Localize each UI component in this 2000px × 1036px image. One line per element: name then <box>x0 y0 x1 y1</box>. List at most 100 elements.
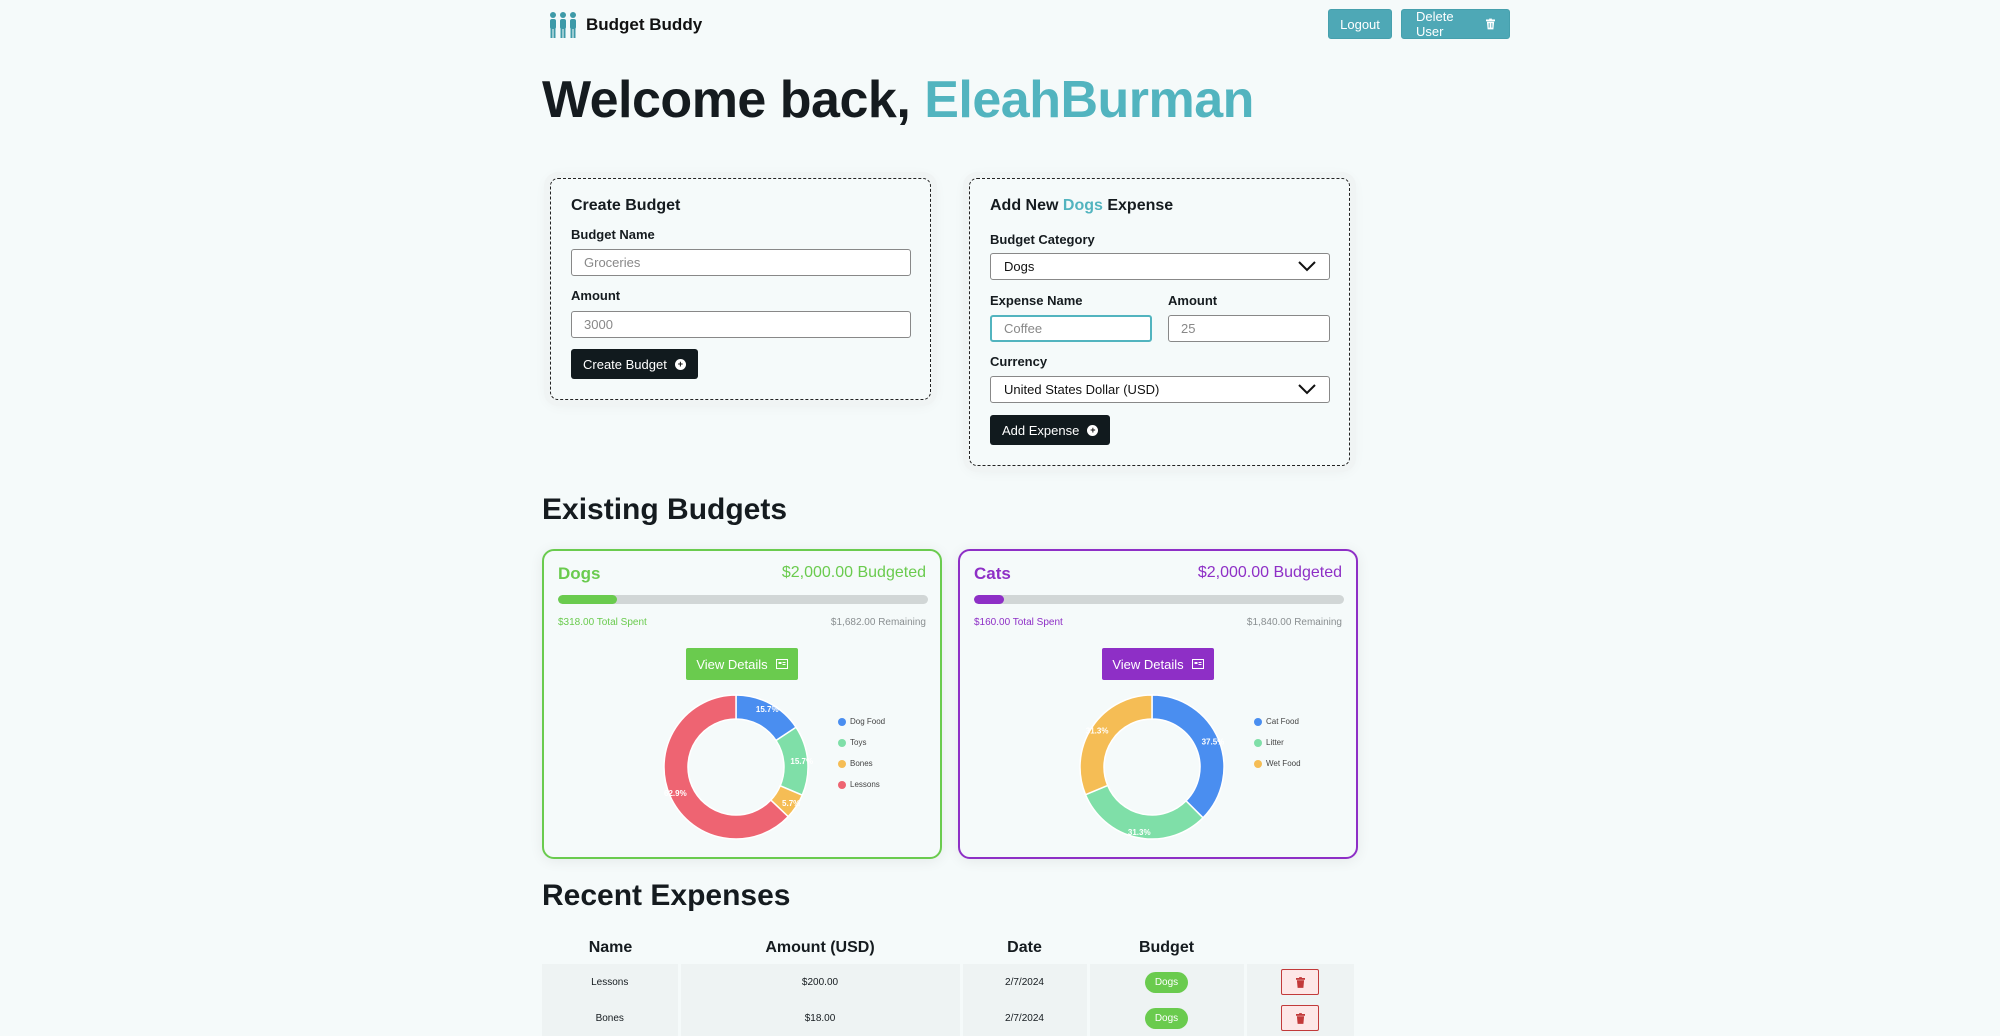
add-expense-label: Add Expense <box>1002 422 1080 438</box>
delete-expense-button[interactable] <box>1281 1005 1320 1031</box>
budget-name: Dogs <box>558 564 601 583</box>
view-details-label: View Details <box>696 656 768 672</box>
welcome-username: EleahBurman <box>924 71 1254 129</box>
app-logo[interactable]: Budget Buddy <box>548 10 702 40</box>
delete-user-button[interactable]: Delete User <box>1401 9 1510 39</box>
donut-slice-label: 31.3% <box>1128 828 1151 837</box>
currency-select[interactable]: United States Dollar (USD) <box>990 376 1330 403</box>
budget-amount: $2,000.00 Budgeted <box>1197 564 1342 581</box>
budget-category-value: Dogs <box>1004 259 1035 274</box>
expense-budget-cell: Dogs <box>1088 1000 1247 1036</box>
budget-pill[interactable]: Dogs <box>1144 971 1189 993</box>
trash-icon <box>1295 976 1305 988</box>
column-header-amount: Amount (USD) <box>765 939 875 956</box>
currency-value: United States Dollar (USD) <box>1004 382 1160 397</box>
budget-remaining: $1,682.00 Remaining <box>830 617 926 628</box>
app-name: Budget Buddy <box>586 15 703 34</box>
legend-swatch <box>838 717 846 726</box>
welcome-prefix: Welcome back, <box>542 71 911 129</box>
budget-name-input[interactable]: Groceries <box>571 249 911 276</box>
details-icon <box>775 659 788 669</box>
legend-swatch <box>838 759 846 768</box>
legend-swatch <box>1254 717 1262 726</box>
budget-name: Cats <box>974 564 1011 583</box>
legend-label: Wet Food <box>1266 759 1301 768</box>
legend-label: Litter <box>1266 738 1284 747</box>
column-header-date: Date <box>1007 939 1042 956</box>
legend-label: Cat Food <box>1266 717 1299 726</box>
legend-label: Bones <box>850 759 873 768</box>
donut-slice-wet-food[interactable] <box>1079 694 1153 796</box>
donut-slice-label: 15.7% <box>756 705 779 714</box>
create-budget-form: Create Budget Budget Name Groceries Amou… <box>550 178 931 400</box>
column-header-actions <box>1245 932 1356 964</box>
chart-legend: Cat Food Litter Wet Food <box>1254 711 1301 774</box>
expense-name-input[interactable]: Coffee <box>990 315 1152 342</box>
budget-name-label: Budget Name <box>571 227 655 242</box>
expense-amount: $18.00 <box>679 1000 963 1036</box>
add-expense-title-suffix: Expense <box>1107 197 1174 214</box>
legend-label: Toys <box>850 738 867 747</box>
table-row: Lessons $200.00 2/7/2024 Dogs <box>542 964 1357 1000</box>
view-details-button[interactable]: View Details <box>1102 648 1214 680</box>
add-expense-button[interactable]: Add Expense + <box>990 415 1111 445</box>
expense-name: Lessons <box>542 964 681 1000</box>
legend-item[interactable]: Bones <box>838 753 885 774</box>
budget-amount-label: Amount <box>571 288 621 303</box>
budget-progress-bar <box>974 595 1344 604</box>
table-header-row: Name Amount (USD) Date Budget <box>542 932 1356 964</box>
legend-item[interactable]: Cat Food <box>1254 711 1301 732</box>
expense-date: 2/7/2024 <box>961 964 1090 1000</box>
legend-item[interactable]: Lessons <box>838 774 885 795</box>
legend-swatch <box>838 780 846 789</box>
create-budget-button[interactable]: Create Budget + <box>571 349 698 379</box>
budget-category-label: Budget Category <box>990 232 1095 247</box>
expense-name-label: Expense Name <box>990 293 1083 308</box>
legend-item[interactable]: Wet Food <box>1254 753 1301 774</box>
details-icon <box>1191 659 1204 669</box>
budget-amount: $2,000.00 Budgeted <box>781 564 926 581</box>
add-expense-form: Add New Dogs Expense Budget Category Dog… <box>969 178 1350 466</box>
budget-amount-input[interactable]: 3000 <box>571 311 911 338</box>
budget-card-dogs: Dogs $2,000.00 Budgeted $318.00 Total Sp… <box>542 549 942 859</box>
table-row: Bones $18.00 2/7/2024 Dogs <box>542 1000 1357 1036</box>
expense-amount-input[interactable]: 25 <box>1168 315 1330 342</box>
delete-user-label: Delete User <box>1416 9 1454 39</box>
donut-slice-label: 37.5% <box>1202 738 1225 747</box>
expense-date: 2/7/2024 <box>961 1000 1090 1036</box>
donut-slice-cat-food[interactable] <box>1151 694 1225 819</box>
column-header-name: Name <box>588 939 633 956</box>
people-icon <box>550 12 576 38</box>
budget-pill[interactable]: Dogs <box>1144 1007 1189 1029</box>
recent-expenses-table: Name Amount (USD) Date Budget Lessons $2… <box>542 932 1357 1036</box>
budget-donut-chart: 15.7% 15.7% 5.7% 62.9% <box>663 694 813 840</box>
legend-item[interactable]: Litter <box>1254 732 1301 753</box>
view-details-button[interactable]: View Details <box>686 648 798 680</box>
chart-legend: Dog Food Toys Bones Lessons <box>838 711 885 795</box>
logout-button[interactable]: Logout <box>1328 9 1392 39</box>
trash-icon <box>1295 1012 1305 1024</box>
create-budget-title: Create Budget <box>571 197 681 214</box>
add-expense-title-prefix: Add New <box>990 197 1059 214</box>
legend-item[interactable]: Dog Food <box>838 711 885 732</box>
trash-icon <box>1485 18 1495 30</box>
budget-progress-fill <box>974 595 1004 604</box>
expense-budget-cell: Dogs <box>1088 964 1247 1000</box>
expense-amount-label: Amount <box>1168 293 1218 308</box>
donut-slice-label: 31.3% <box>1086 726 1109 735</box>
legend-swatch <box>1254 759 1262 768</box>
budget-category-select[interactable]: Dogs <box>990 253 1330 280</box>
logout-label: Logout <box>1340 16 1380 32</box>
legend-item[interactable]: Toys <box>838 732 885 753</box>
view-details-label: View Details <box>1112 656 1184 672</box>
donut-slice-label: 62.9% <box>664 789 687 798</box>
budget-remaining: $1,840.00 Remaining <box>1246 617 1342 628</box>
legend-label: Dog Food <box>850 717 886 726</box>
legend-swatch <box>1254 738 1262 747</box>
budget-spent: $160.00 Total Spent <box>974 617 1063 628</box>
delete-expense-button[interactable] <box>1281 969 1320 995</box>
budget-progress-bar <box>558 595 928 604</box>
add-expense-title: Add New Dogs Expense <box>990 197 1173 215</box>
currency-label: Currency <box>990 354 1048 369</box>
expense-amount: $200.00 <box>679 964 963 1000</box>
